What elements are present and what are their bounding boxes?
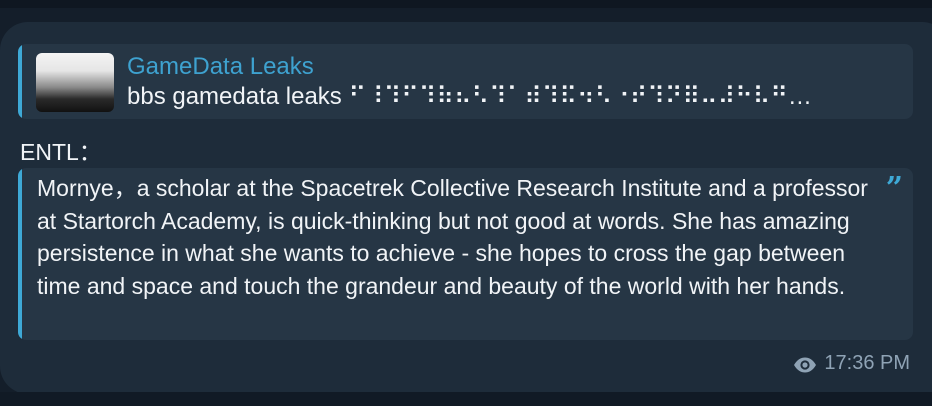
reply-preview[interactable]: GameData Leaks bbs gamedata leaks ⠋⠸⠹⠋⠹⠷… xyxy=(18,44,913,119)
message-meta: 17:36 PM xyxy=(793,352,910,375)
eye-icon xyxy=(793,356,817,372)
quote-accent-bar xyxy=(18,168,22,340)
message-sender-label: ENTL： xyxy=(20,139,102,165)
quote-block: Mornye，a scholar at the Spacetrek Collec… xyxy=(18,168,913,340)
reply-accent-bar xyxy=(18,44,22,119)
chat-background-top xyxy=(0,0,932,8)
quote-text: Mornye，a scholar at the Spacetrek Collec… xyxy=(37,175,868,299)
reply-text: bbs gamedata leaks ⠋⠸⠹⠋⠹⠷⠦⠣⠹⠁⠾⠹⠯⠲⠣⠐⠞⠹⠝⠿⠤… xyxy=(127,83,812,110)
chat-background-bottom xyxy=(0,392,932,406)
reply-thumbnail xyxy=(36,53,114,112)
quote-icon: ” xyxy=(885,171,903,206)
reply-channel-name: GameData Leaks xyxy=(127,53,314,80)
message-time: 17:36 PM xyxy=(824,352,910,374)
